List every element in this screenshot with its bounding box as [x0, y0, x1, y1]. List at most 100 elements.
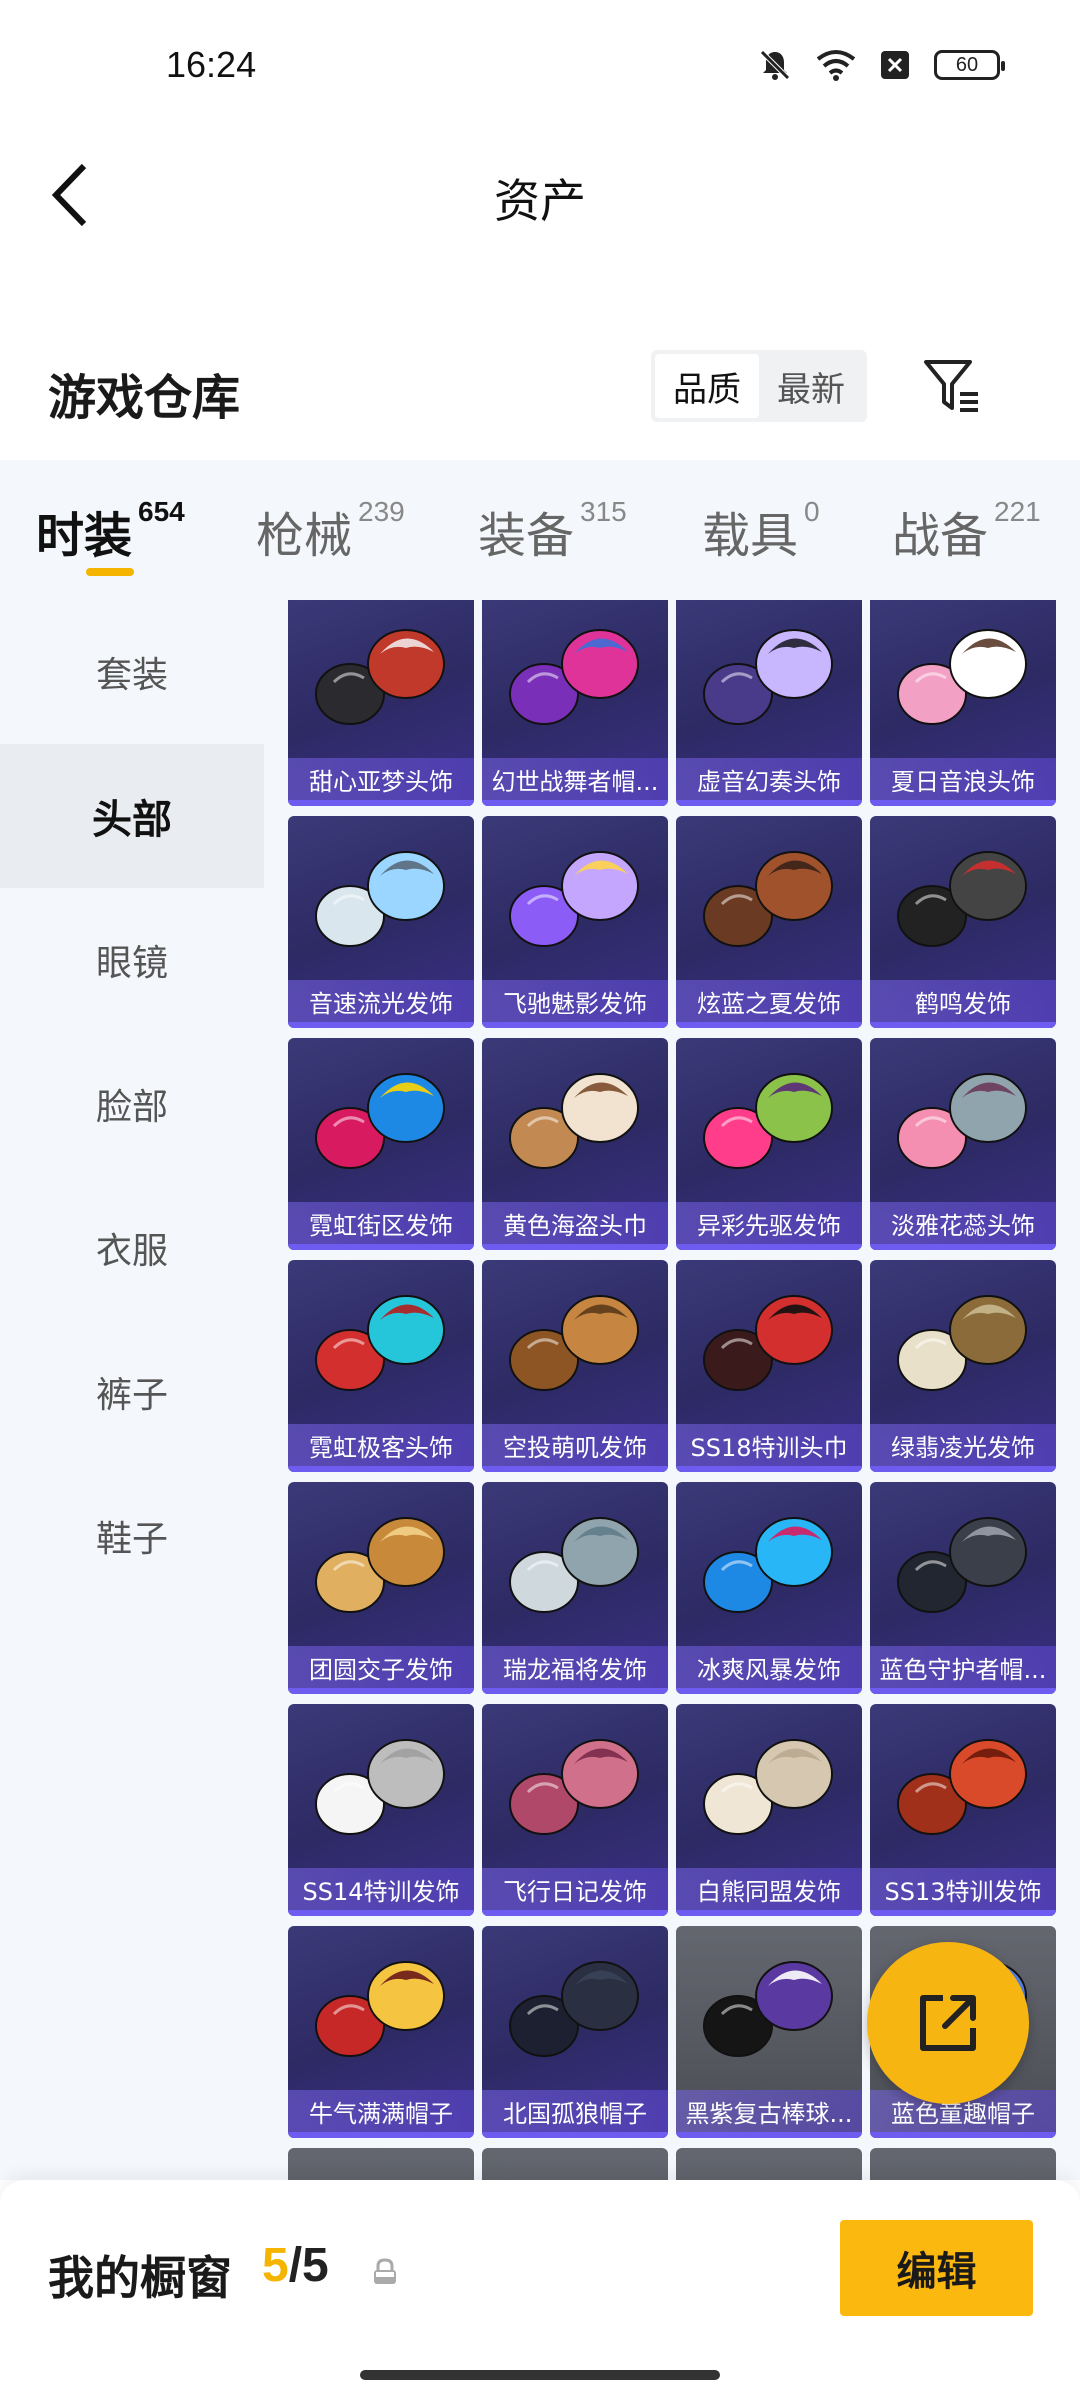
black-bun-icon	[897, 851, 1027, 947]
tab-weapons[interactable]: 枪械 239	[256, 496, 405, 566]
white-hair-icon	[315, 1739, 445, 1835]
sidebar-item-pants[interactable]: 裤子	[0, 1320, 264, 1464]
item-name: 黄色海盗头巾	[482, 1202, 668, 1244]
item-name: 空投萌叽发饰	[482, 1424, 668, 1466]
ox-hat-icon	[315, 1961, 445, 2057]
category-tabs: 时装 654 枪械 239 装备 315 载具 0 战备 221	[0, 460, 1080, 600]
item-card[interactable]: 白熊同盟发饰	[676, 1704, 862, 1916]
item-card[interactable]: 冰爽风暴发饰	[676, 1482, 862, 1694]
teal-cap-icon	[315, 1295, 445, 1391]
status-icons: 60	[758, 48, 1005, 82]
shutter-shades-hair-icon	[315, 1073, 445, 1169]
item-name: 瑞龙福将发饰	[482, 1646, 668, 1688]
item-card[interactable]: 瑞龙福将发饰	[482, 1482, 668, 1694]
top-hat-icon	[897, 1073, 1027, 1169]
bucket-hat-icon	[509, 629, 639, 725]
item-card[interactable]: 炫蓝之夏发饰	[676, 816, 862, 1028]
item-name: 甜心亚梦头饰	[288, 758, 474, 800]
item-card[interactable]	[676, 2148, 862, 2180]
item-card[interactable]: 团圆交子发饰	[288, 1482, 474, 1694]
status-time: 16:24	[166, 44, 257, 85]
item-card[interactable]: 北国孤狼帽子	[482, 1926, 668, 2138]
item-card[interactable]: SS18特训头巾	[676, 1260, 862, 1472]
item-card[interactable]	[870, 2148, 1056, 2180]
sidebar: 套装 头部 眼镜 脸部 衣服 裤子 鞋子	[0, 600, 264, 2180]
sidebar-item-shoes[interactable]: 鞋子	[0, 1464, 264, 1608]
item-card[interactable]: SS13特训发饰	[870, 1704, 1056, 1916]
item-name: 黑紫复古棒球...	[676, 2090, 862, 2132]
visor-hair-icon	[315, 851, 445, 947]
item-name: 牛气满满帽子	[288, 2090, 474, 2132]
item-card[interactable]: 音速流光发饰	[288, 816, 474, 1028]
tab-equipment[interactable]: 装备 315	[478, 496, 627, 566]
item-card[interactable]: 甜心亚梦头饰	[288, 600, 474, 806]
item-name: 北国孤狼帽子	[482, 2090, 668, 2132]
sort-option-newest[interactable]: 最新	[759, 354, 863, 418]
sort-toggle: 品质 最新	[651, 350, 867, 422]
item-name: 绿翡凌光发饰	[870, 1424, 1056, 1466]
edit-button[interactable]: 编辑	[840, 2220, 1033, 2316]
item-name: 霓虹街区发饰	[288, 1202, 474, 1244]
blue-pigtails-icon	[703, 1517, 833, 1613]
filter-icon	[924, 360, 978, 412]
item-name: SS13特训发饰	[870, 1868, 1056, 1910]
baseball-cap-icon	[703, 1961, 833, 2057]
tab-fashion[interactable]: 时装 654	[36, 496, 185, 566]
item-card[interactable]: SS14特训发饰	[288, 1704, 474, 1916]
item-card[interactable]: 蓝色守护者帽...	[870, 1482, 1056, 1694]
item-card[interactable]: 虚音幻奏头饰	[676, 600, 862, 806]
red-bow-hair-icon	[897, 1739, 1027, 1835]
item-name: 炫蓝之夏发饰	[676, 980, 862, 1022]
item-name: SS14特训发饰	[288, 1868, 474, 1910]
item-card[interactable]: 异彩先驱发饰	[676, 1038, 862, 1250]
item-name: 飞行日记发饰	[482, 1868, 668, 1910]
title-bar: 资产	[0, 130, 1080, 260]
item-card[interactable]: 牛气满满帽子	[288, 1926, 474, 2138]
close-box-icon	[881, 51, 909, 79]
item-name: 团圆交子发饰	[288, 1646, 474, 1688]
blonde-pigtails-icon	[315, 1517, 445, 1613]
bottom-bar: 我的橱窗 5/5 编辑	[0, 2180, 1080, 2400]
item-card[interactable]	[288, 2148, 474, 2180]
sidebar-item-head[interactable]: 头部	[0, 744, 264, 888]
item-card[interactable]: 霓虹街区发饰	[288, 1038, 474, 1250]
sidebar-item-clothes[interactable]: 衣服	[0, 1176, 264, 1320]
item-card[interactable]: 绿翡凌光发饰	[870, 1260, 1056, 1472]
tab-count: 221	[994, 496, 1041, 527]
tab-supplies[interactable]: 战备 221	[892, 496, 1041, 566]
beanie-icon	[509, 1961, 639, 2057]
share-icon	[920, 1995, 976, 2051]
item-name: 异彩先驱发饰	[676, 1202, 862, 1244]
item-card[interactable]: 鹤鸣发饰	[870, 816, 1056, 1028]
filter-button[interactable]	[920, 354, 984, 418]
item-name: 音速流光发饰	[288, 980, 474, 1022]
purple-hair-icon	[509, 851, 639, 947]
item-card[interactable]: 飞行日记发饰	[482, 1704, 668, 1916]
item-name: 冰爽风暴发饰	[676, 1646, 862, 1688]
item-card[interactable]: 夏日音浪头饰	[870, 600, 1056, 806]
tab-count: 0	[804, 496, 820, 527]
item-card[interactable]: 黑紫复古棒球...	[676, 1926, 862, 2138]
wifi-icon	[816, 50, 856, 81]
item-card[interactable]: 淡雅花蕊头饰	[870, 1038, 1056, 1250]
tab-label: 时装	[36, 508, 133, 564]
tab-label: 枪械	[256, 508, 353, 564]
item-name: 白熊同盟发饰	[676, 1868, 862, 1910]
showcase-max: 5	[302, 2239, 329, 2292]
tab-vehicles[interactable]: 载具 0	[702, 496, 820, 566]
tab-count: 654	[138, 496, 185, 527]
item-card[interactable]: 飞驰魅影发饰	[482, 816, 668, 1028]
sort-option-quality[interactable]: 品质	[655, 354, 759, 418]
item-card[interactable]: 空投萌叽发饰	[482, 1260, 668, 1472]
item-card[interactable]: 霓虹极客头饰	[288, 1260, 474, 1472]
sidebar-item-outfit[interactable]: 套装	[0, 600, 264, 744]
share-button[interactable]	[867, 1942, 1029, 2104]
battery-icon: 60	[934, 50, 1005, 80]
item-card[interactable]: 黄色海盗头巾	[482, 1038, 668, 1250]
sidebar-item-face[interactable]: 脸部	[0, 1032, 264, 1176]
sidebar-item-glasses[interactable]: 眼镜	[0, 888, 264, 1032]
item-card[interactable]	[482, 2148, 668, 2180]
tab-count: 239	[358, 496, 405, 527]
item-card[interactable]: 幻世战舞者帽...	[482, 600, 668, 806]
showcase-count: 5/5	[262, 2238, 329, 2293]
